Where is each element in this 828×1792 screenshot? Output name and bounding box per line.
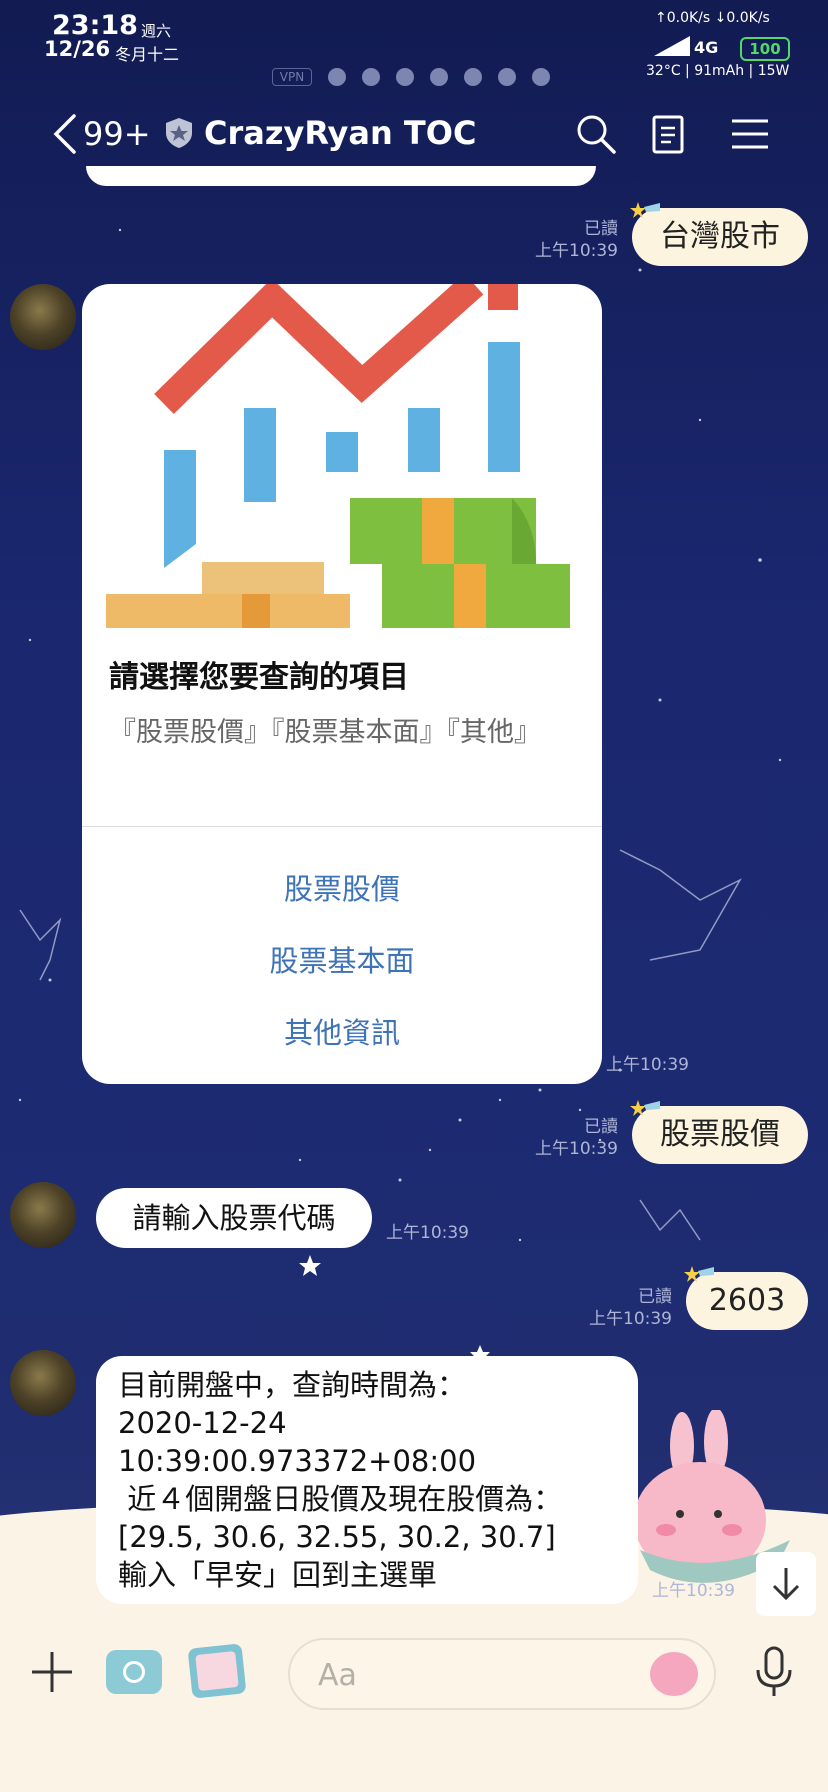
network-type: 4G <box>694 38 719 57</box>
vpn-icon: VPN <box>272 68 312 86</box>
message-line: 10:39:00.973372+08:00 <box>118 1444 477 1478</box>
message-line: [29.5, 30.6, 32.55, 30.2, 30.7] <box>118 1520 556 1554</box>
chat-header: 99+ CrazyRyan TOC <box>0 100 828 170</box>
message-meta: 已讀 上午10:39 <box>520 1116 618 1160</box>
status-weekday: 週六 <box>141 22 172 40</box>
message-time: 上午10:39 <box>386 1223 469 1243</box>
camera-icon[interactable] <box>106 1650 162 1694</box>
message-line: 輸入「早安」回到主選單 <box>118 1558 438 1592</box>
app-notification-icon <box>430 68 448 86</box>
app-notification-icon <box>532 68 550 86</box>
message-input[interactable]: Aa <box>288 1638 716 1710</box>
chat-title: CrazyRyan TOC <box>204 114 477 152</box>
message-time: 上午10:39 <box>652 1581 735 1601</box>
message-meta: 已讀 上午10:39 <box>520 218 618 262</box>
app-notification-icon <box>464 68 482 86</box>
stock-chart-illustration <box>106 284 570 628</box>
message-line: 目前開盤中，查詢時間為： <box>118 1368 467 1402</box>
status-bar: 23:18 週六 12/26 冬月十二 ↑0.0K/s ↓0.0K/s 4G 1… <box>0 0 828 90</box>
microphone-icon[interactable] <box>750 1644 798 1700</box>
card-description: 『股票股價』『股票基本面』『其他』 <box>109 717 541 748</box>
message-meta: 已讀 上午10:39 <box>576 1286 672 1330</box>
bot-message-bubble[interactable]: 請輸入股票代碼 <box>96 1188 372 1248</box>
message-time: 上午10:39 <box>535 1139 618 1159</box>
read-receipt: 已讀 <box>638 1287 672 1307</box>
back-chevron-icon[interactable] <box>48 110 88 158</box>
shooting-star-sticker-icon <box>684 1266 714 1282</box>
notification-icons: VPN <box>272 68 550 86</box>
bot-avatar[interactable] <box>10 284 76 350</box>
read-receipt: 已讀 <box>584 219 618 239</box>
status-lunar-date: 冬月十二 <box>115 45 180 64</box>
card-divider <box>82 826 602 827</box>
input-placeholder: Aa <box>318 1658 357 1693</box>
sticker-icon[interactable] <box>650 1652 698 1696</box>
network-speed: ↑0.0K/s ↓0.0K/s <box>655 10 770 26</box>
action-stock-price[interactable]: 股票股價 <box>82 866 602 908</box>
shooting-star-sticker-icon <box>630 202 660 218</box>
battery-indicator: 100 <box>740 37 790 61</box>
image-icon[interactable] <box>187 1643 247 1699</box>
app-notification-icon <box>328 68 346 86</box>
flex-message-card: 請選擇您要查詢的項目 『股票股價』『股票基本面』『其他』 股票股價 股票基本面 … <box>82 284 602 1084</box>
device-info: 32°C | 91mAh | 15W <box>646 63 790 79</box>
message-time: 上午10:39 <box>535 241 618 261</box>
card-title: 請選擇您要查詢的項目 <box>109 660 409 695</box>
shooting-star-sticker-icon <box>630 1100 660 1116</box>
message-time: 上午10:39 <box>606 1055 689 1075</box>
search-icon[interactable] <box>572 110 620 158</box>
status-date: 12/26 <box>44 37 111 61</box>
scroll-to-bottom-button[interactable] <box>756 1552 816 1616</box>
plus-icon[interactable] <box>28 1648 76 1696</box>
read-receipt: 已讀 <box>584 1117 618 1137</box>
bot-avatar[interactable] <box>10 1350 76 1416</box>
action-other-info[interactable]: 其他資訊 <box>82 1010 602 1052</box>
message-input-bar: Aa <box>0 1620 828 1792</box>
message-line: 近４個開盤日股價及現在股價為： <box>118 1482 563 1516</box>
arrow-down-icon <box>772 1568 800 1601</box>
bot-avatar[interactable] <box>10 1182 76 1248</box>
unread-count[interactable]: 99+ <box>83 115 151 153</box>
notes-icon[interactable] <box>644 110 692 158</box>
signal-icon <box>654 36 690 56</box>
bot-message-bubble[interactable]: 目前開盤中，查詢時間為： 2020-12-24 10:39:00.973372+… <box>96 1356 638 1604</box>
message-line: 2020-12-24 <box>118 1406 287 1440</box>
menu-icon[interactable] <box>726 110 774 158</box>
previous-card-edge <box>86 166 596 186</box>
message-time: 上午10:39 <box>589 1309 672 1329</box>
shield-icon <box>166 118 192 148</box>
app-notification-icon <box>362 68 380 86</box>
action-stock-fundamentals[interactable]: 股票基本面 <box>82 938 602 980</box>
app-notification-icon <box>498 68 516 86</box>
app-notification-icon <box>396 68 414 86</box>
